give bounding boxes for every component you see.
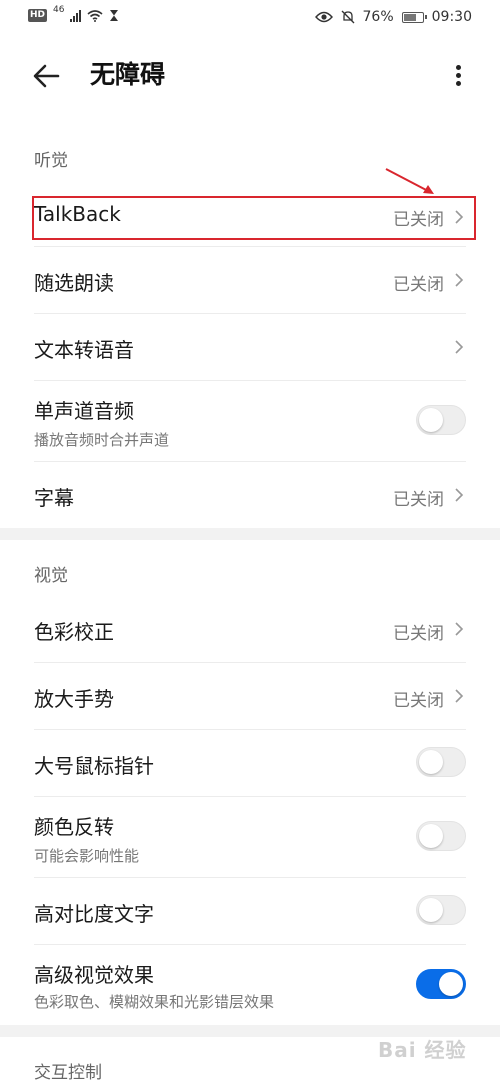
more-options-button[interactable] [446,58,470,94]
setting-label: 随选朗读 [34,271,114,295]
battery-icon [401,11,427,23]
toggle-knob [419,750,443,774]
mono-audio-toggle[interactable] [416,405,466,435]
setting-value: 已关闭 [393,691,444,711]
toggle-knob [419,898,443,922]
status-bar-right: 76% 09:30 [314,9,472,25]
page-title: 无障碍 [90,60,166,89]
highlight-box [32,196,476,240]
setting-row-captions[interactable]: 字幕 已关闭 [0,462,500,528]
setting-label: 文本转语音 [34,338,134,362]
toggle-knob [439,972,463,996]
arrow-left-icon [33,64,60,88]
setting-row-advanced-visual-effects: 高级视觉效果 色彩取色、模糊效果和光影错层效果 [0,945,500,1025]
chevron-right-icon [455,488,464,502]
setting-label: 大号鼠标指针 [34,754,154,778]
setting-row-high-contrast-text: 高对比度文字 [0,878,500,944]
setting-description: 色彩取色、模糊效果和光影错层效果 [34,993,275,1011]
setting-label: 高级视觉效果 [34,963,154,987]
setting-value: 已关闭 [393,275,444,295]
setting-label: 颜色反转 [34,815,114,839]
setting-row-color-inversion: 颜色反转 可能会影响性能 [0,797,500,877]
section-separator [0,528,500,540]
setting-row-select-to-speak[interactable]: 随选朗读 已关闭 [0,247,500,313]
clock: 09:30 [431,9,472,25]
mute-bell-icon [341,10,354,24]
setting-label: 高对比度文字 [34,902,154,926]
chevron-right-icon [455,273,464,287]
toggle-knob [419,824,443,848]
section-label-hearing: 听觉 [34,151,68,171]
setting-value: 已关闭 [393,490,444,510]
setting-row-large-pointer: 大号鼠标指针 [0,730,500,796]
chevron-right-icon [455,622,464,636]
watermark: Bai 经验 [378,1038,467,1062]
setting-description: 可能会影响性能 [34,847,140,865]
network-type: 46 [53,5,65,15]
annotation-arrow-icon [385,168,434,194]
setting-value: 已关闭 [393,624,444,644]
eye-icon [314,11,333,23]
status-bar: HD 46 76% 09:30 [0,0,500,36]
setting-label: 色彩校正 [34,620,114,644]
setting-row-magnification[interactable]: 放大手势 已关闭 [0,663,500,729]
setting-description: 播放音频时合并声道 [34,431,170,449]
section-label-vision: 视觉 [34,566,68,586]
high-contrast-text-toggle[interactable] [416,895,466,925]
setting-label: 字幕 [34,486,74,510]
signal-icon [70,9,82,22]
setting-row-text-to-speech[interactable]: 文本转语音 [0,314,500,380]
toggle-knob [419,408,443,432]
hourglass-icon [110,10,119,21]
more-vertical-icon [446,58,470,86]
setting-label: 单声道音频 [34,399,134,423]
status-bar-left: HD 46 [28,5,119,22]
battery-percent: 76% [362,9,394,25]
back-button[interactable] [28,58,64,94]
large-pointer-toggle[interactable] [416,747,466,777]
hd-badge: HD [28,9,48,22]
setting-row-color-correction[interactable]: 色彩校正 已关闭 [0,596,500,662]
setting-row-mono-audio: 单声道音频 播放音频时合并声道 [0,381,500,461]
chevron-right-icon [455,340,464,354]
advanced-visual-effects-toggle[interactable] [416,969,466,999]
setting-label: 放大手势 [34,687,114,711]
color-inversion-toggle[interactable] [416,821,466,851]
chevron-right-icon [455,689,464,703]
app-bar: 无障碍 [0,46,500,106]
wifi-icon [87,9,103,22]
section-label-interaction: 交互控制 [34,1063,102,1083]
